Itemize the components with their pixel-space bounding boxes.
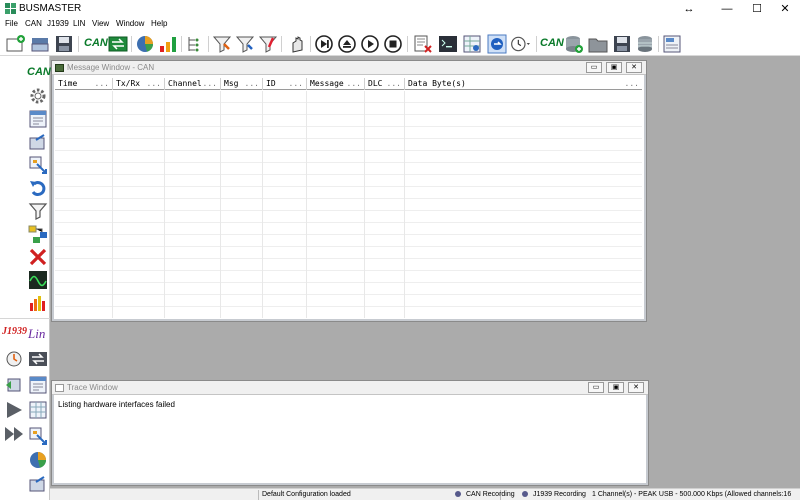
filter-tree-icon[interactable] <box>185 34 205 54</box>
signal-bars-icon[interactable] <box>158 34 178 54</box>
message-window[interactable]: Message Window - CAN ▭ ▣ ✕ Time... Tx/Rx… <box>51 60 647 322</box>
transmit-window-icon[interactable] <box>28 132 48 152</box>
channel-status: 1 Channel(s) - PEAK USB - 500.000 Kbps (… <box>592 491 792 498</box>
can-panel-button[interactable]: CAN <box>27 66 51 86</box>
replay-filter-icon[interactable] <box>258 34 278 54</box>
j1939-monitor-icon[interactable] <box>4 349 24 369</box>
new-database-icon[interactable] <box>564 34 584 54</box>
new-config-icon[interactable] <box>6 34 26 54</box>
pie-chart-icon[interactable] <box>135 34 155 54</box>
database-list-icon[interactable] <box>662 34 682 54</box>
lin-signal-watch-icon[interactable] <box>28 426 48 446</box>
message-grid-body[interactable] <box>55 91 642 318</box>
network-nodes-icon[interactable] <box>28 224 48 244</box>
open-config-icon[interactable] <box>30 34 50 54</box>
message-window-title: Message Window - CAN <box>67 63 155 72</box>
menu-file[interactable]: File <box>5 19 18 28</box>
busmaster-logo-icon <box>5 3 16 14</box>
gear-icon[interactable] <box>28 86 48 106</box>
column-header-txrx[interactable]: Tx/Rx... <box>113 78 165 90</box>
left-toolbar: CAN J1939 Lin <box>0 56 51 500</box>
resize-icon[interactable]: ↔ <box>674 0 704 18</box>
message-grid-icon[interactable] <box>462 34 482 54</box>
signal-watch-icon[interactable] <box>28 155 48 175</box>
menu-lin[interactable]: LIN <box>73 19 85 28</box>
menu-bar: File CAN J1939 LIN View Window Help <box>0 18 800 32</box>
maximize-button[interactable]: ☐ <box>742 0 772 18</box>
close-button[interactable]: ✕ <box>770 0 800 18</box>
column-header-data-bytes[interactable]: Data Byte(s)... <box>405 78 642 90</box>
save-config-icon[interactable] <box>54 34 74 54</box>
menu-j1939[interactable]: J1939 <box>47 19 69 28</box>
lin-config-icon[interactable] <box>28 375 48 395</box>
terminal-icon[interactable] <box>438 34 458 54</box>
j1939-recording-indicator-icon <box>522 491 528 497</box>
replay-icon[interactable] <box>28 178 48 198</box>
trace-window-restore-button[interactable]: ▣ <box>608 382 624 393</box>
fast-forward-icon[interactable] <box>4 424 24 444</box>
message-window-close-button[interactable]: ✕ <box>626 62 642 73</box>
stop-icon[interactable] <box>383 34 403 54</box>
message-grid-header: Time... Tx/Rx... Channel... Msg... ID...… <box>55 78 642 90</box>
menu-window[interactable]: Window <box>116 19 144 28</box>
open-database-icon[interactable] <box>588 34 608 54</box>
message-filter-icon[interactable] <box>212 34 232 54</box>
column-header-msg[interactable]: Msg... <box>221 78 263 90</box>
j1939-recording-status: J1939 Recording <box>522 490 586 500</box>
j1939-panel-button[interactable]: J1939 <box>2 326 27 346</box>
interpret-icon[interactable] <box>487 34 507 54</box>
j1939-network-icon[interactable] <box>4 375 24 395</box>
lin-grid-icon[interactable] <box>28 400 48 420</box>
filter-icon[interactable] <box>28 201 48 221</box>
column-header-id[interactable]: ID... <box>263 78 307 90</box>
column-header-dlc[interactable]: DLC... <box>365 78 405 90</box>
associate-database-icon[interactable] <box>635 34 655 54</box>
menu-help[interactable]: Help <box>151 19 167 28</box>
trace-window-title: Trace Window <box>67 383 118 392</box>
status-bar: Default Configuration loaded CAN Recordi… <box>50 488 800 500</box>
play-icon[interactable] <box>360 34 380 54</box>
title-bar: BUSMASTER ↔ — ☐ ✕ <box>0 0 800 18</box>
minimize-button[interactable]: — <box>712 0 742 18</box>
can-transmit-icon[interactable] <box>108 34 128 54</box>
step-icon[interactable] <box>314 34 334 54</box>
message-window-minimize-button[interactable]: ▭ <box>586 62 602 73</box>
eject-icon[interactable] <box>337 34 357 54</box>
timestamp-clock-icon[interactable] <box>510 34 534 54</box>
can-connect-button[interactable]: CAN <box>84 37 108 57</box>
trace-window-minimize-button[interactable]: ▭ <box>588 382 604 393</box>
trace-line: Listing hardware interfaces failed <box>58 400 175 409</box>
column-header-message[interactable]: Message... <box>307 78 365 90</box>
toolbar: CAN CAN <box>0 32 800 56</box>
config-dialog-icon[interactable] <box>28 109 48 129</box>
trace-window-titlebar[interactable]: Trace Window ▭ ▣ ✕ <box>52 381 648 395</box>
menu-view[interactable]: View <box>92 19 109 28</box>
trace-window[interactable]: Trace Window ▭ ▣ ✕ Listing hardware inte… <box>51 380 649 486</box>
column-header-channel[interactable]: Channel... <box>165 78 221 90</box>
signal-graph-icon[interactable] <box>28 270 48 290</box>
can-database-button[interactable]: CAN <box>540 37 564 57</box>
menu-can[interactable]: CAN <box>25 19 42 28</box>
play-triangle-icon[interactable] <box>4 400 24 420</box>
lin-transmit-window-icon[interactable] <box>28 474 48 494</box>
message-window-titlebar[interactable]: Message Window - CAN ▭ ▣ ✕ <box>52 61 646 75</box>
node-simulation-icon[interactable] <box>287 34 307 54</box>
clear-log-icon[interactable] <box>413 34 433 54</box>
trace-window-icon <box>55 384 64 392</box>
trace-window-close-button[interactable]: ✕ <box>628 382 644 393</box>
log-filter-icon[interactable] <box>235 34 255 54</box>
can-recording-indicator-icon <box>455 491 461 497</box>
can-recording-status: CAN Recording <box>455 490 515 500</box>
statistics-bars-icon[interactable] <box>28 293 48 313</box>
save-database-icon[interactable] <box>612 34 632 54</box>
message-window-restore-button[interactable]: ▣ <box>606 62 622 73</box>
lin-pie-chart-icon[interactable] <box>28 450 48 470</box>
message-window-icon <box>55 64 64 72</box>
lin-transmit-icon[interactable] <box>28 349 48 369</box>
column-header-time[interactable]: Time... <box>55 78 113 90</box>
app-title: BUSMASTER <box>19 3 82 14</box>
remove-node-icon[interactable] <box>28 247 48 267</box>
lin-panel-button[interactable]: Lin <box>28 326 48 346</box>
